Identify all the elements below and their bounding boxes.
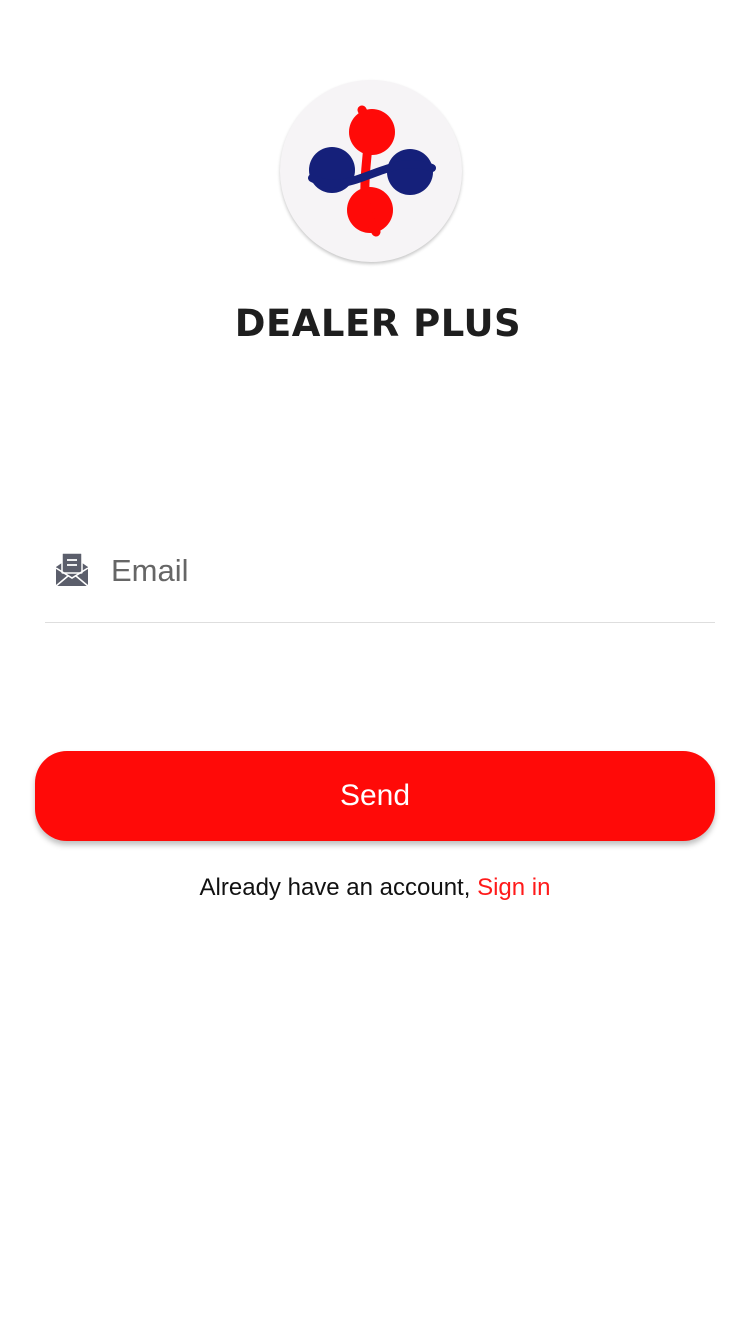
- brand-logo: [280, 80, 462, 262]
- logo-mark-icon: [308, 105, 436, 237]
- send-button[interactable]: Send: [35, 751, 715, 841]
- email-field-row: [45, 536, 715, 623]
- signin-prompt: Already have an account, Sign in: [0, 874, 750, 902]
- app-title: DEALER PLUS: [234, 302, 522, 345]
- email-input[interactable]: [111, 546, 701, 596]
- envelope-open-icon: [53, 551, 91, 589]
- signin-link[interactable]: Sign in: [477, 874, 550, 901]
- signin-prompt-text: Already have an account,: [199, 874, 478, 901]
